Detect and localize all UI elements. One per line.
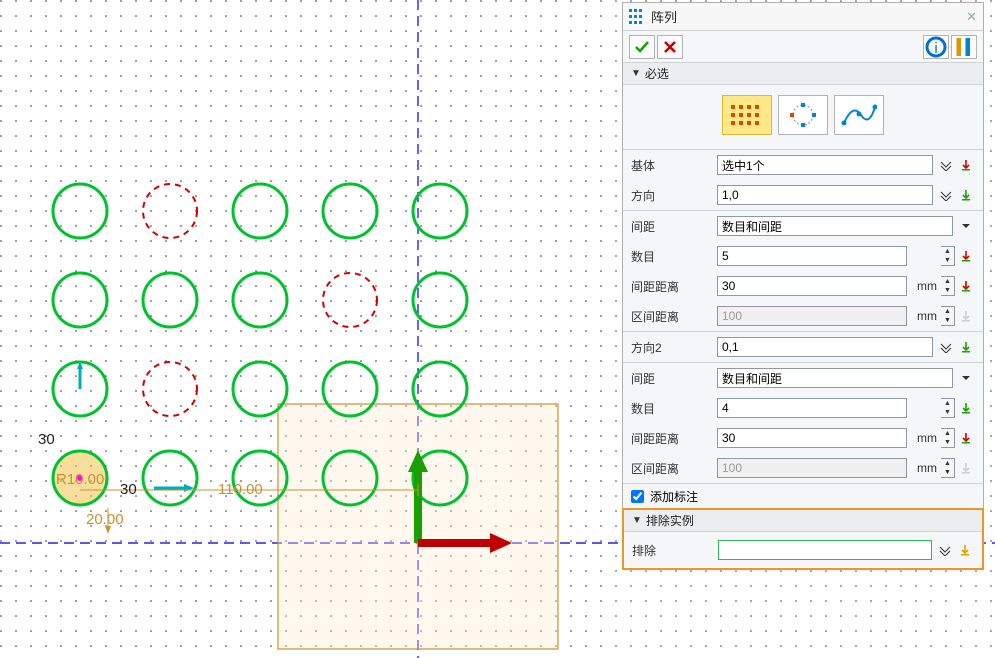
pick-icon [957, 458, 975, 478]
rangedist2-label: 区间距离 [631, 460, 717, 477]
close-icon[interactable]: ✕ [966, 9, 977, 25]
spinner: ▲▼ [941, 458, 955, 478]
add-annotation-row[interactable]: 添加标注 [623, 483, 983, 509]
rangedist-label: 区间距离 [631, 308, 717, 325]
pick-icon[interactable] [957, 428, 975, 448]
spinner[interactable]: ▲▼ [941, 428, 955, 448]
action-row: i [623, 31, 983, 63]
count2-label: 数目 [631, 400, 717, 417]
pick-icon[interactable] [957, 398, 975, 418]
panel-title: 阵列 [651, 7, 677, 26]
array-panel: 阵列 ✕ i ▼必选 基体 [622, 2, 984, 570]
rangedist-input: 100 [717, 306, 907, 326]
dir2-label: 方向2 [631, 339, 717, 356]
exclude-input[interactable] [718, 540, 932, 560]
pick-icon[interactable] [957, 185, 975, 205]
dim-30-v: 30 [38, 431, 55, 448]
array-icon [629, 9, 645, 25]
dropdown-icon[interactable] [957, 216, 975, 236]
count-label: 数目 [631, 248, 717, 265]
mode-curve[interactable] [834, 95, 884, 135]
exclude-section: ▼排除实例 排除 [622, 508, 984, 570]
expand-icon[interactable] [937, 337, 955, 357]
base-input[interactable]: 选中1个 [717, 155, 933, 175]
gapdist-label: 间距距离 [631, 278, 717, 295]
add-annotation-label: 添加标注 [650, 488, 698, 505]
pick-icon[interactable] [957, 155, 975, 175]
panel-title-bar: 阵列 ✕ [623, 3, 983, 31]
spinner[interactable]: ▲▼ [941, 276, 955, 296]
spacing-label: 间距 [631, 218, 717, 235]
pick-icon[interactable] [956, 540, 974, 560]
info-button[interactable]: i [923, 35, 949, 59]
dim-r10: R10.00 [56, 471, 104, 488]
ok-button[interactable] [629, 35, 655, 59]
cancel-button[interactable] [657, 35, 683, 59]
spacing-select[interactable]: 数目和间距 [717, 216, 953, 236]
exclude-header[interactable]: ▼排除实例 [624, 510, 982, 532]
dir2-input[interactable]: 0,1 [717, 337, 933, 357]
gapdist-input[interactable]: 30 [717, 276, 907, 296]
spacing2-label: 间距 [631, 370, 717, 387]
gapdist2-label: 间距距离 [631, 430, 717, 447]
dir-input[interactable]: 1,0 [717, 185, 933, 205]
pick-icon[interactable] [957, 276, 975, 296]
dir-label: 方向 [631, 187, 717, 204]
svg-text:i: i [934, 40, 937, 57]
pick-icon [957, 306, 975, 326]
dim-30-h: 30 [120, 481, 137, 498]
spinner[interactable]: ▲▼ [941, 246, 955, 266]
base-label: 基体 [631, 157, 717, 174]
add-annotation-checkbox[interactable] [631, 490, 644, 503]
dim-110: 110.00 [218, 481, 263, 498]
mode-circular[interactable] [778, 95, 828, 135]
settings-button[interactable] [951, 35, 977, 59]
exclude-label: 排除 [632, 542, 718, 559]
count2-input[interactable]: 4 [717, 398, 907, 418]
mode-row [623, 85, 983, 150]
mode-linear[interactable] [722, 95, 772, 135]
dim-20: 20.00 [86, 511, 124, 528]
rangedist2-input: 100 [717, 458, 907, 478]
pick-icon[interactable] [957, 337, 975, 357]
expand-icon[interactable] [936, 540, 954, 560]
spinner[interactable]: ▲▼ [941, 398, 955, 418]
count-input[interactable]: 5 [717, 246, 907, 266]
spacing2-select[interactable]: 数目和间距 [717, 368, 953, 388]
pick-icon[interactable] [957, 246, 975, 266]
expand-icon[interactable] [937, 155, 955, 175]
dropdown-icon[interactable] [957, 368, 975, 388]
spinner: ▲▼ [941, 306, 955, 326]
required-header[interactable]: ▼必选 [623, 63, 983, 85]
expand-icon[interactable] [937, 185, 955, 205]
gapdist2-input[interactable]: 30 [717, 428, 907, 448]
